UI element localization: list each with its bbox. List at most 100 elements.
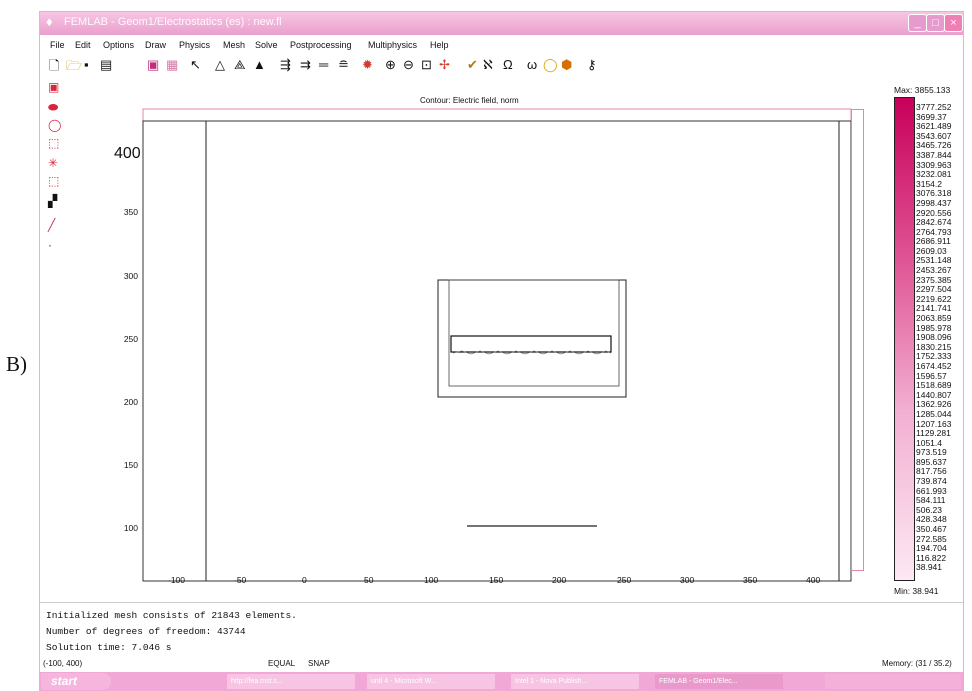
menu-options[interactable]: Options xyxy=(103,40,134,50)
menu-mesh[interactable]: Mesh xyxy=(223,40,245,50)
menu-draw[interactable]: Draw xyxy=(145,40,166,50)
x-tick-label: 150 xyxy=(489,575,504,585)
legend-value: 3621.489 xyxy=(916,121,952,132)
pde-icon[interactable]: ≘ xyxy=(338,57,349,73)
pointer-icon[interactable]: ↖ xyxy=(190,57,201,73)
start-button[interactable]: start xyxy=(41,673,111,690)
square-icon[interactable]: ⬚ xyxy=(48,136,59,150)
clapper-icon[interactable]: ▞ xyxy=(48,194,57,208)
copy-icon[interactable]: ▣ xyxy=(147,57,159,73)
legend-value: 2531.148 xyxy=(916,255,952,266)
outer-electrode-rect xyxy=(437,279,627,398)
legend-value: 2764.793 xyxy=(916,226,952,237)
paste-icon[interactable]: ▦ xyxy=(166,57,178,73)
title-bar[interactable]: ♦ FEMLAB - Geom1/Electrostatics (es) : n… xyxy=(40,12,963,35)
point-icon[interactable]: · xyxy=(48,238,52,252)
system-tray xyxy=(825,674,961,689)
mesh-icon[interactable]: ✢ xyxy=(439,57,450,73)
x-tick-label: 100 xyxy=(424,575,439,585)
boundary-icon[interactable]: ⇶ xyxy=(280,57,291,73)
zoom-out-icon[interactable]: ⊖ xyxy=(403,57,414,73)
menu-edit[interactable]: Edit xyxy=(75,40,91,50)
maximize-button[interactable]: □ xyxy=(926,14,945,32)
vertical-scrollbar[interactable] xyxy=(851,109,864,571)
menu-solve[interactable]: Solve xyxy=(255,40,278,50)
legend-value: 38.941 xyxy=(916,562,942,573)
legend-value: 428.348 xyxy=(916,514,947,525)
triangle-mesh-icon[interactable]: ⟁ xyxy=(234,57,246,73)
save-icon[interactable]: ▪ xyxy=(84,57,89,72)
minimize-button[interactable]: _ xyxy=(908,14,927,32)
legend-value: 1596.57 xyxy=(916,370,947,381)
x-tick-label: 0 xyxy=(302,575,307,585)
legend-value: 3543.607 xyxy=(916,130,952,141)
legend-value: 1051.4 xyxy=(916,437,942,448)
y-tick-label: 350 xyxy=(123,207,138,217)
legend-value: 895.637 xyxy=(916,456,947,467)
label-icon[interactable]: ℵ xyxy=(483,57,493,73)
legend-value: 2998.437 xyxy=(916,197,952,208)
key-icon[interactable]: ⚷ xyxy=(587,57,597,73)
legend-value: 661.993 xyxy=(916,485,947,496)
taskbar-item-active[interactable]: FEMLAB - Geom1/Elec... xyxy=(655,674,783,689)
menu-physics[interactable]: Physics xyxy=(179,40,210,50)
x-tick-label: -100 xyxy=(168,575,186,585)
legend-value: 1362.926 xyxy=(916,399,952,410)
legend-value: 584.111 xyxy=(916,495,946,506)
menu-multiphysics[interactable]: Multiphysics xyxy=(368,40,417,50)
triangle-icon[interactable]: △ xyxy=(215,57,225,73)
legend-value: 739.874 xyxy=(916,476,947,487)
taskbar-item[interactable]: untl 4 - Microsoft W... xyxy=(367,674,495,689)
legend-value: 2375.385 xyxy=(916,274,952,285)
zoom-window-icon[interactable]: ⊡ xyxy=(421,57,432,73)
menu-help[interactable]: Help xyxy=(430,40,449,50)
close-button[interactable]: × xyxy=(944,14,963,32)
y-tick-label: 100 xyxy=(123,523,138,533)
legend-value: 1752.333 xyxy=(916,351,952,362)
star-icon[interactable]: ✳ xyxy=(48,156,58,170)
plot-canvas[interactable] xyxy=(112,104,862,584)
check-icon[interactable]: ✔ xyxy=(467,57,478,73)
omega-small-icon[interactable]: ω xyxy=(527,57,537,72)
tag-icon[interactable]: ⬢ xyxy=(561,57,572,73)
status-equal[interactable]: EQUAL xyxy=(268,659,295,668)
console-output[interactable]: Initialized mesh consists of 21843 eleme… xyxy=(46,608,297,656)
circle-tool-icon[interactable]: ◯ xyxy=(48,118,61,132)
dotted-rect-icon[interactable]: ⬚ xyxy=(48,174,59,188)
x-tick-label: 350 xyxy=(743,575,758,585)
legend-value: 1129.281 xyxy=(916,428,951,439)
legend-value: 2063.859 xyxy=(916,313,952,324)
legend-value: 2453.267 xyxy=(916,265,952,276)
menu-postprocessing[interactable]: Postprocessing xyxy=(290,40,352,50)
legend-value: 116.822 xyxy=(916,552,947,563)
solve-icon[interactable]: ✹ xyxy=(362,57,373,73)
taskbar-item[interactable]: Intel 1 - Nova Publish... xyxy=(511,674,639,689)
status-memory: Memory: (31 / 35.2) xyxy=(882,659,952,668)
rectangle-icon[interactable]: ▣ xyxy=(48,80,59,94)
legend-value: 3076.318 xyxy=(916,188,952,199)
zoom-in-icon[interactable]: ⊕ xyxy=(385,57,396,73)
equal-icon[interactable]: ═ xyxy=(319,57,328,72)
menu-file[interactable]: File xyxy=(50,40,65,50)
x-tick-label: 50 xyxy=(364,575,374,585)
ellipse-icon[interactable]: ⬬ xyxy=(48,100,58,115)
y-tick-label: 200 xyxy=(123,397,138,407)
line-icon[interactable]: ╱ xyxy=(48,218,55,232)
triangle-refine-icon[interactable]: ▲ xyxy=(253,57,266,72)
subdomain-icon[interactable]: ⇉ xyxy=(300,57,311,73)
x-tick-label: 300 xyxy=(680,575,695,585)
print-icon[interactable]: ▤ xyxy=(100,57,112,73)
omega-icon[interactable]: Ω xyxy=(503,57,513,72)
open-icon[interactable]: 🗁 xyxy=(66,57,82,79)
status-bar: (-100, 400) EQUAL SNAP Memory: (31 / 35.… xyxy=(40,657,963,671)
status-coords: (-100, 400) xyxy=(43,659,83,668)
legend-value: 2219.622 xyxy=(916,293,952,304)
legend-value: 2686.911 xyxy=(916,236,951,247)
status-snap[interactable]: SNAP xyxy=(308,659,330,668)
left-toolbar: ▣ ⬬ ◯ ⬚ ✳ ⬚ ▞ ╱ · xyxy=(40,80,70,300)
taskbar-item[interactable]: http://fea.mst.s... xyxy=(227,674,355,689)
legend-value: 2842.674 xyxy=(916,217,952,228)
circle-icon[interactable]: ◯ xyxy=(543,57,558,73)
new-icon[interactable]: 🗋 xyxy=(49,57,59,79)
legend-value: 506.23 xyxy=(916,504,942,515)
